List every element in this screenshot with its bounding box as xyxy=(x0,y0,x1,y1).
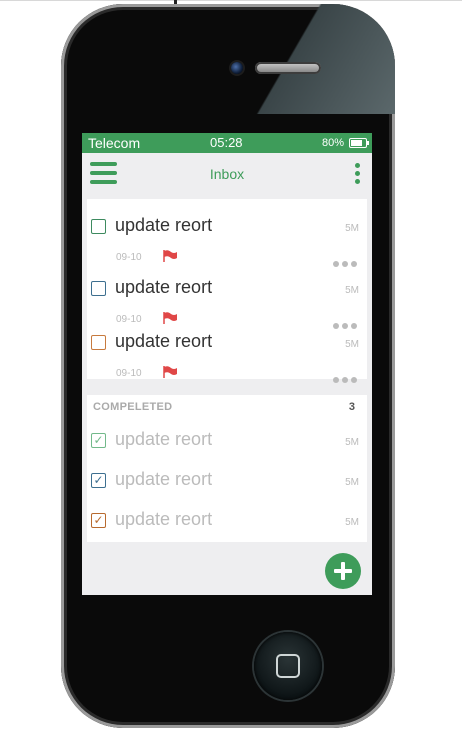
app-screen: Telecom 05:28 80% Inbox update reort 5M … xyxy=(82,133,372,595)
completed-heading: COMPELETED xyxy=(93,401,173,413)
nav-bar: Inbox xyxy=(82,153,372,197)
completed-list: COMPELETED 3 ✓ update reort 5M ✓ update … xyxy=(87,395,367,542)
battery-fill xyxy=(351,140,363,146)
task-title: update reort xyxy=(115,429,213,449)
vertical-dots-icon[interactable] xyxy=(355,163,360,187)
add-task-button[interactable] xyxy=(325,553,361,589)
clock: 05:28 xyxy=(210,135,243,150)
task-size: 5M xyxy=(345,437,359,448)
glass-reflection xyxy=(245,4,395,114)
task-checkbox[interactable] xyxy=(91,335,106,350)
speaker-grille xyxy=(255,62,321,74)
status-bar: Telecom 05:28 80% xyxy=(82,133,372,153)
task-title: update reort xyxy=(115,215,213,235)
completed-checkbox[interactable]: ✓ xyxy=(91,433,106,448)
flag-icon xyxy=(163,312,177,324)
task-list: update reort 5M 09-10 update reort 5M 09… xyxy=(87,199,367,383)
task-size: 5M xyxy=(345,477,359,488)
home-button[interactable] xyxy=(254,632,322,700)
task-size: 5M xyxy=(345,223,359,234)
completed-checkbox[interactable]: ✓ xyxy=(91,473,106,488)
more-actions-icon[interactable] xyxy=(333,254,361,267)
task-size: 5M xyxy=(345,339,359,350)
completed-count: 3 xyxy=(348,401,355,413)
page-title: Inbox xyxy=(209,166,245,182)
task-title: update reort xyxy=(115,509,213,529)
task-size: 5M xyxy=(345,285,359,296)
task-checkbox[interactable] xyxy=(91,219,106,234)
task-title: update reort xyxy=(115,277,213,297)
task-checkbox[interactable] xyxy=(91,281,106,296)
more-actions-icon[interactable] xyxy=(333,370,361,383)
task-title: update reort xyxy=(115,331,213,351)
battery-icon xyxy=(349,138,369,148)
home-square-icon xyxy=(276,654,300,678)
task-title: update reort xyxy=(115,469,213,489)
more-actions-icon[interactable] xyxy=(333,316,361,329)
task-date: 09-10 xyxy=(116,314,142,325)
flag-icon xyxy=(163,366,177,378)
camera-icon xyxy=(231,62,243,74)
battery-percent: 80% xyxy=(321,137,344,149)
task-date: 09-10 xyxy=(116,252,142,263)
carrier-label: Telecom xyxy=(88,135,141,151)
task-date: 09-10 xyxy=(116,368,142,379)
top-divider xyxy=(0,0,462,1)
task-size: 5M xyxy=(345,517,359,528)
flag-icon xyxy=(163,250,177,262)
completed-checkbox[interactable]: ✓ xyxy=(91,513,106,528)
